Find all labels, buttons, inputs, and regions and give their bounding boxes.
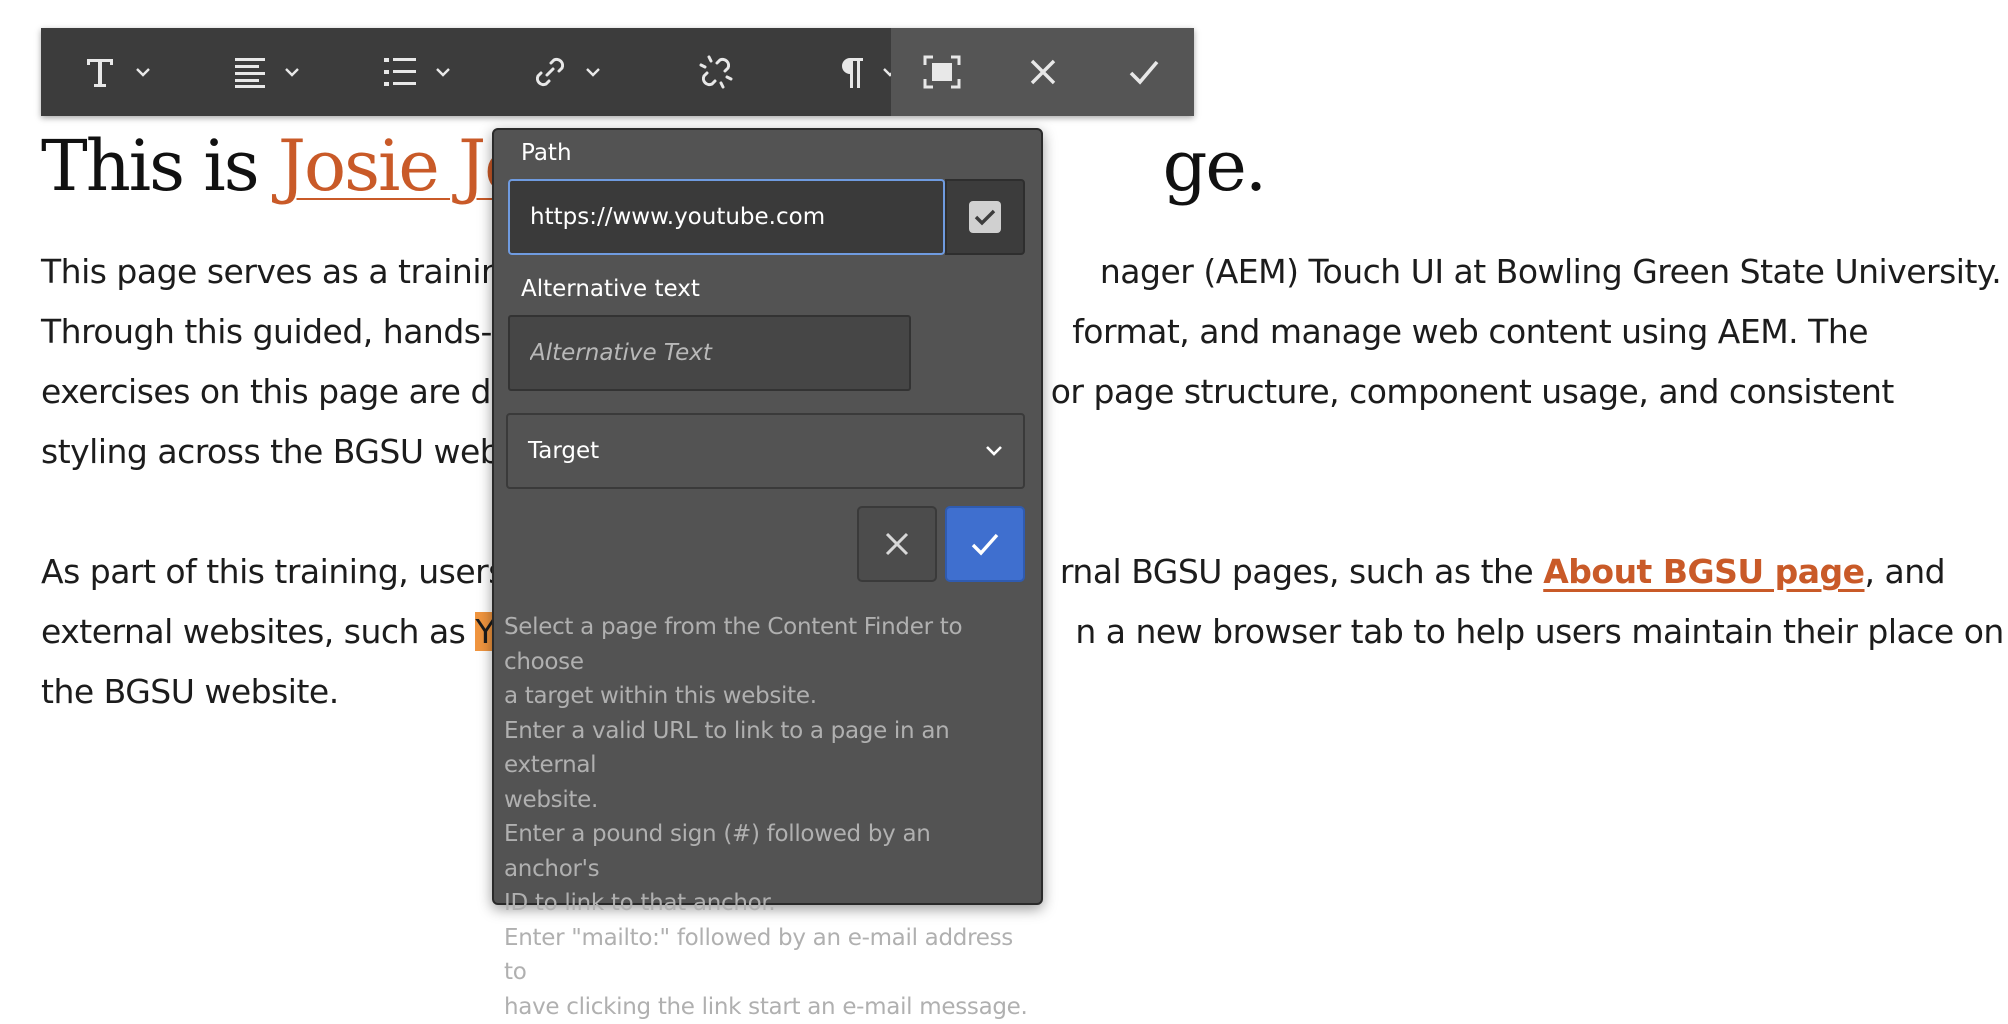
help-line: Select a page from the Content Finder to… <box>504 610 1029 679</box>
checkmark-icon <box>970 531 1000 557</box>
checkmark-icon <box>974 208 996 226</box>
help-line: have clicking the link start an e-mail m… <box>504 990 1029 1024</box>
chevron-down-icon <box>436 67 450 77</box>
help-line: a target within this website. <box>504 679 1029 714</box>
unlink-button[interactable] <box>641 28 791 116</box>
close-icon <box>1029 58 1057 86</box>
path-label: Path <box>521 140 572 166</box>
help-line: Enter "mailto:" followed by an e-mail ad… <box>504 921 1029 990</box>
close-icon <box>884 531 910 557</box>
align-left-icon <box>233 56 267 88</box>
rich-text-toolbar <box>41 28 1194 116</box>
target-select[interactable]: Target <box>506 413 1025 489</box>
path-browse-button[interactable] <box>945 179 1025 255</box>
path-input[interactable] <box>508 179 945 255</box>
link-dialog: Path Alternative text Target Select a pa… <box>492 128 1043 905</box>
alt-text-label: Alternative text <box>521 276 700 302</box>
link-icon <box>532 54 568 90</box>
help-line: Enter a valid URL to link to a page in a… <box>504 714 1029 783</box>
help-line: website. <box>504 783 1029 818</box>
toolbar-actions <box>891 28 1194 116</box>
target-select-value: Target <box>528 438 599 464</box>
about-bgsu-link[interactable]: About BGSU page <box>1543 552 1864 591</box>
save-editor-button[interactable] <box>1093 28 1194 116</box>
help-text: Select a page from the Content Finder to… <box>504 610 1029 1024</box>
chevron-down-icon <box>586 67 600 77</box>
alt-text-input[interactable] <box>508 315 911 391</box>
chevron-down-icon <box>985 445 1003 457</box>
fullscreen-icon <box>923 55 961 89</box>
checkbox-box <box>969 201 1001 233</box>
fullscreen-button[interactable] <box>891 28 992 116</box>
title-prefix: This is <box>41 125 278 207</box>
chevron-down-icon <box>136 67 150 77</box>
help-line: ID to link to that anchor. <box>504 886 1029 921</box>
apply-button[interactable] <box>945 506 1025 582</box>
list-icon <box>382 56 418 88</box>
close-editor-button[interactable] <box>992 28 1093 116</box>
help-line: Enter a pound sign (#) followed by an an… <box>504 817 1029 886</box>
title-suffix: ge. <box>1163 125 1266 207</box>
text-format-icon <box>82 54 118 90</box>
align-button[interactable] <box>191 28 341 116</box>
unlink-icon <box>697 53 735 91</box>
text-format-button[interactable] <box>41 28 191 116</box>
chevron-down-icon <box>285 67 299 77</box>
list-button[interactable] <box>341 28 491 116</box>
checkmark-icon <box>1128 58 1160 86</box>
cancel-button[interactable] <box>857 506 937 582</box>
paragraph-icon <box>835 54 865 90</box>
link-button[interactable] <box>491 28 641 116</box>
